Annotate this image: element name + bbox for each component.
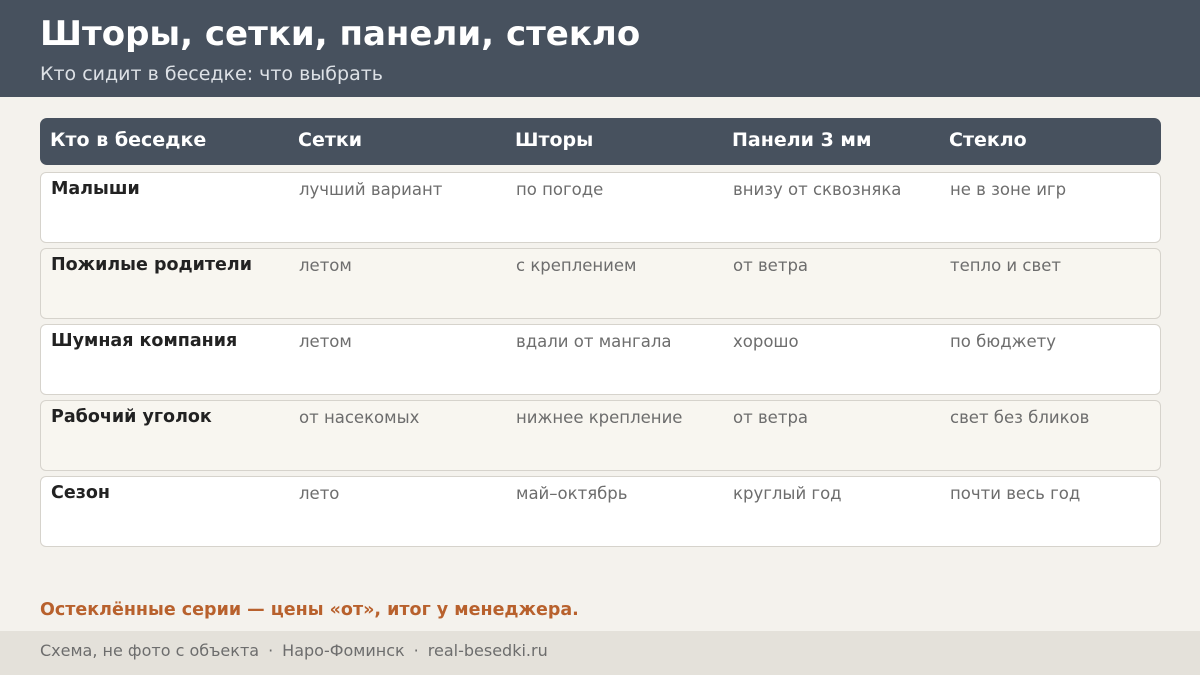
footer-separator: · <box>413 641 419 660</box>
cell-glass: тепло и свет <box>950 256 1061 275</box>
page-footer: Схема, не фото с объекта · Наро-Фоминск · re… <box>0 631 1200 675</box>
table-row: Малыши лучший вариант по погоде внизу от… <box>40 172 1161 243</box>
cell-panels: от ветра <box>733 256 809 275</box>
cell-panels: внизу от сквозняка <box>733 180 902 199</box>
footer-website: real-besedki.ru <box>427 641 548 660</box>
cell-curtains: май–октябрь <box>516 484 628 503</box>
page-subtitle: Кто сидит в беседке: что выбрать <box>40 63 383 85</box>
footer-location: Наро-Фоминск <box>282 641 405 660</box>
cell-curtains: по погоде <box>516 180 604 199</box>
cell-curtains: нижнее крепление <box>516 408 683 427</box>
price-note: Остеклённые серии — цены «от», итог у ме… <box>40 600 579 620</box>
table-row: Шумная компания летом вдали от мангала х… <box>40 324 1161 395</box>
cell-glass: почти весь год <box>950 484 1081 503</box>
cell-glass: свет без бликов <box>950 408 1090 427</box>
row-label: Шумная компания <box>51 331 238 351</box>
footer-disclaimer: Схема, не фото с объекта <box>40 641 260 660</box>
cell-panels: от ветра <box>733 408 809 427</box>
cell-glass: не в зоне игр <box>950 180 1067 199</box>
row-label: Малыши <box>51 179 140 199</box>
cell-glass: по бюджету <box>950 332 1056 351</box>
table-row: Сезон лето май–октябрь круглый год почти… <box>40 476 1161 547</box>
column-header-panels: Панели 3 мм <box>732 129 872 151</box>
row-label: Рабочий уголок <box>51 407 212 427</box>
cell-nets: от насекомых <box>299 408 420 427</box>
table-row: Пожилые родители летом с креплением от в… <box>40 248 1161 319</box>
page-header: Шторы, сетки, панели, стекло Кто сидит в… <box>0 0 1200 97</box>
column-header-curtains: Шторы <box>515 129 594 151</box>
cell-nets: летом <box>299 256 352 275</box>
column-header-glass: Стекло <box>949 129 1027 151</box>
footer-separator: · <box>268 641 274 660</box>
cell-panels: круглый год <box>733 484 842 503</box>
column-header-who: Кто в беседке <box>50 129 207 151</box>
row-label: Сезон <box>51 483 110 503</box>
cell-curtains: с креплением <box>516 256 637 275</box>
cell-nets: лето <box>299 484 340 503</box>
column-header-nets: Сетки <box>298 129 363 151</box>
row-label: Пожилые родители <box>51 255 252 275</box>
footer-text: Схема, не фото с объекта · Наро-Фоминск · re… <box>40 631 548 671</box>
cell-nets: летом <box>299 332 352 351</box>
cell-curtains: вдали от мангала <box>516 332 672 351</box>
page-title: Шторы, сетки, панели, стекло <box>40 14 641 54</box>
table-header: Кто в беседке Сетки Шторы Панели 3 мм Ст… <box>40 118 1161 165</box>
cell-panels: хорошо <box>733 332 799 351</box>
table-row: Рабочий уголок от насекомых нижнее крепл… <box>40 400 1161 471</box>
cell-nets: лучший вариант <box>299 180 443 199</box>
